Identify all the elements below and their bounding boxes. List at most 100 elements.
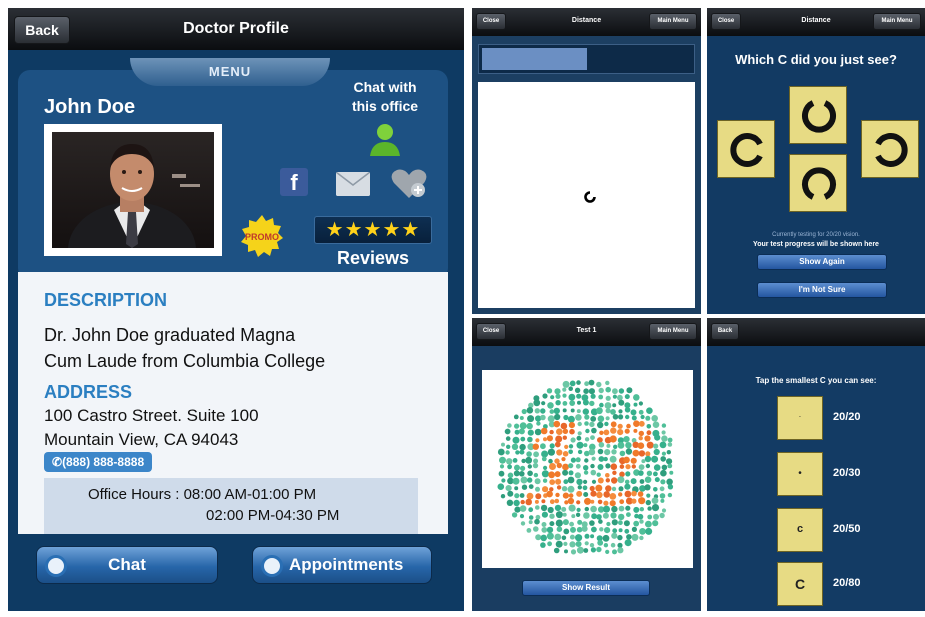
plate-background-dot [554,533,562,541]
plate-background-dot [568,444,574,449]
plate-background-dot [653,513,659,520]
chat-button[interactable]: Chat [36,546,218,584]
plate-background-dot [611,519,618,526]
facebook-icon[interactable]: f [280,168,308,196]
acuity-option[interactable]: • 20/30 [777,452,897,496]
plate-background-dot [507,464,512,470]
acuity-option[interactable]: c 20/50 [777,508,897,552]
c-option-up[interactable] [789,86,847,144]
show-result-button[interactable]: Show Result [522,580,650,596]
plate-background-dot [624,483,631,490]
plate-background-dot [535,505,540,510]
plate-background-dot [542,478,548,483]
navigation-bar: Back [707,318,925,346]
address-line: Mountain View, CA 94043 [44,430,239,449]
plate-background-dot [598,519,603,524]
plate-background-dot [625,471,631,477]
plate-figure-dot [596,491,603,499]
back-button[interactable]: Back [711,323,739,340]
plate-background-dot [527,415,535,423]
main-menu-button[interactable]: Main Menu [873,13,921,30]
plate-background-dot [563,414,569,421]
plate-figure-dot [556,449,563,456]
plate-background-dot [611,486,617,492]
chat-with-office-line2: this office [351,98,419,114]
plate-figure-dot [576,490,583,497]
plate-background-dot [596,381,602,388]
test-progress-fill [482,48,587,70]
plate-background-dot [575,457,581,463]
plate-background-dot [521,484,528,490]
menu-tab[interactable]: MENU [130,58,330,86]
plate-background-dot [583,470,589,475]
plate-background-dot [652,520,659,527]
plate-figure-dot [590,499,595,504]
plate-background-dot [519,422,527,430]
plate-background-dot [527,464,532,469]
main-menu-button[interactable]: Main Menu [649,13,697,30]
plate-background-dot [617,534,623,541]
plate-background-dot [645,520,652,528]
plate-figure-dot [645,451,651,457]
plate-background-dot [500,494,506,499]
plate-background-dot [582,408,589,415]
c-option-right[interactable] [717,120,775,178]
plate-figure-dot [549,499,555,505]
main-menu-button[interactable]: Main Menu [649,323,697,340]
plate-background-dot [564,549,568,554]
clock-icon [261,555,283,577]
plate-background-dot [605,386,611,393]
plate-background-dot [617,476,625,484]
plate-background-dot [540,504,548,512]
acuity-label: 20/80 [833,577,861,589]
plate-figure-dot [611,477,618,484]
plate-background-dot [596,472,601,477]
acuity-option[interactable]: · 20/20 [777,396,897,440]
appointments-button[interactable]: Appointments [252,546,432,584]
acuity-option[interactable]: C 20/80 [777,562,897,606]
favorite-add-icon[interactable] [390,168,428,200]
plate-figure-dot [646,430,652,436]
plate-background-dot [597,539,604,546]
plate-background-dot [501,478,506,483]
person-icon[interactable] [368,122,402,158]
plate-background-dot [661,423,667,428]
plate-figure-dot [554,471,561,478]
plate-background-dot [562,380,570,388]
plate-background-dot [576,409,581,414]
plate-background-dot [568,470,574,476]
mail-icon[interactable] [336,172,370,196]
plate-background-dot [638,464,645,470]
plate-figure-dot [618,492,623,497]
plate-background-dot [519,505,527,512]
plate-figure-dot [603,491,610,498]
c-option-down[interactable] [789,154,847,212]
plate-background-dot [588,388,595,395]
plate-background-dot [633,520,640,527]
plate-background-dot [637,513,644,520]
plate-background-dot [512,477,520,485]
plate-background-dot [575,534,583,542]
c-option-left[interactable] [861,120,919,178]
plate-background-dot [514,429,520,435]
not-sure-button[interactable]: I'm Not Sure [757,282,887,298]
rating-stars[interactable]: ★★★★★ [314,216,432,244]
plate-background-dot [507,423,512,428]
plate-background-dot [618,528,623,533]
plate-background-dot [667,442,673,447]
chat-with-office-link[interactable]: Chat with this office [330,78,440,116]
plate-background-dot [497,448,505,456]
show-again-button[interactable]: Show Again [757,254,887,270]
plate-background-dot [561,506,567,512]
plate-background-dot [644,455,652,463]
plate-figure-dot [631,490,637,497]
plate-figure-dot [532,443,539,450]
phone-button[interactable]: ✆(888) 888-8888 [44,452,153,472]
plate-background-dot [644,476,652,483]
test-info-line2: Your test progress will be shown here [753,241,879,248]
plate-background-dot [661,464,668,471]
promo-badge[interactable]: PROMO [240,214,284,258]
plate-background-dot [541,450,549,458]
plate-background-dot [582,485,588,491]
plate-background-dot [666,458,673,465]
